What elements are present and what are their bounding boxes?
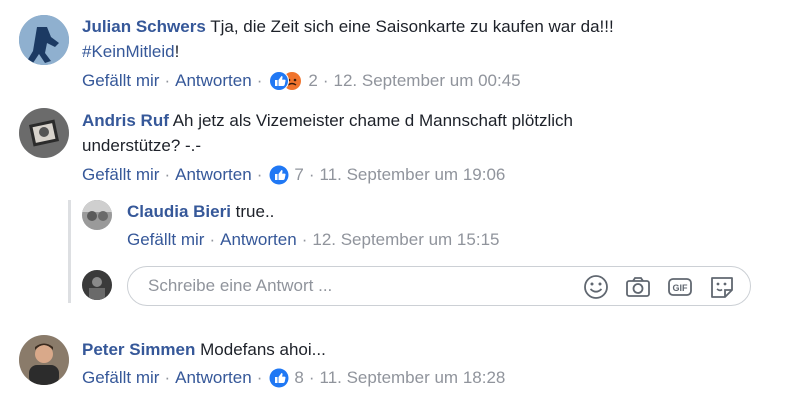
reply-body-1: Claudia Bieri true.. [127,199,727,224]
separator: · [164,368,171,387]
reply-link[interactable]: Antworten [175,164,252,186]
hashtag-suffix: ! [174,42,180,61]
avatar-julian-schwers[interactable] [19,15,69,65]
comment-text: Modefans ahoi... [200,340,326,359]
separator: · [164,165,171,184]
sticker-icon[interactable] [708,273,736,301]
timestamp[interactable]: 12. September um 15:15 [312,229,499,251]
reply-actions-1: Gefällt mir · Antworten · 12. September … [127,229,499,251]
comment-body-1: Julian Schwers Tja, die Zeit sich eine S… [82,14,732,64]
comment-text-line-2: understütze? -.- [82,136,202,155]
comment-actions-2: Gefällt mir · Antworten · 7 · 11. Septem… [82,164,505,186]
like-link[interactable]: Gefällt mir [82,70,159,92]
like-link[interactable]: Gefällt mir [82,164,159,186]
camera-icon[interactable] [624,273,652,301]
separator: · [308,165,315,184]
reaction-count[interactable]: 7 [294,164,303,186]
separator: · [308,368,315,387]
avatar-peter-simmen[interactable] [19,335,69,385]
timestamp[interactable]: 12. September um 00:45 [334,70,521,92]
reply-input[interactable] [146,275,550,297]
reaction-count[interactable]: 2 [308,70,317,92]
separator: · [322,71,329,90]
author-name[interactable]: Peter Simmen [82,340,195,359]
avatar-andris-ruf[interactable] [19,108,69,158]
reply-link[interactable]: Antworten [175,367,252,389]
separator: · [301,230,308,249]
like-link[interactable]: Gefällt mir [127,229,204,251]
separator: · [164,71,171,90]
like-link[interactable]: Gefällt mir [82,367,159,389]
reply-tools: GIF [582,273,736,301]
comment-actions-1: Gefällt mir · Antworten · 2 · 12. Septem… [82,70,521,92]
separator: · [209,230,216,249]
separator: · [256,71,263,90]
svg-text:GIF: GIF [673,283,689,293]
reply-thread-line [68,200,71,303]
avatar-claudia-bieri[interactable] [82,200,112,230]
timestamp[interactable]: 11. September um 18:28 [320,367,506,389]
comment-body-2: Andris Ruf Ah jetz als Vizemeister chame… [82,108,732,158]
separator: · [256,165,263,184]
gif-icon[interactable]: GIF [666,273,694,301]
comment-text-line-1: Ah jetz als Vizemeister chame d Mannscha… [172,111,574,130]
reactions[interactable] [269,71,303,91]
reactions[interactable] [269,165,289,185]
reply-composer[interactable]: GIF [127,266,751,306]
author-name[interactable]: Claudia Bieri [127,202,231,221]
comment-body-3: Peter Simmen Modefans ahoi... [82,337,732,362]
author-name[interactable]: Andris Ruf [82,111,169,130]
like-reaction-icon [269,368,289,388]
like-reaction-icon [269,165,289,185]
reply-link[interactable]: Antworten [175,70,252,92]
emoji-icon[interactable] [582,273,610,301]
separator: · [256,368,263,387]
timestamp[interactable]: 11. September um 19:06 [320,164,506,186]
comment-text: true.. [235,202,275,221]
comment-text: Tja, die Zeit sich eine Saisonkarte zu k… [210,17,614,36]
like-angry-reaction-icon [269,71,302,91]
reactions[interactable] [269,368,289,388]
reaction-count[interactable]: 8 [294,367,303,389]
author-name[interactable]: Julian Schwers [82,17,206,36]
reply-link[interactable]: Antworten [220,229,297,251]
avatar-current-user [82,270,112,300]
comment-actions-3: Gefällt mir · Antworten · 8 · 11. Septem… [82,367,505,389]
hashtag-link[interactable]: #KeinMitleid [82,42,175,61]
